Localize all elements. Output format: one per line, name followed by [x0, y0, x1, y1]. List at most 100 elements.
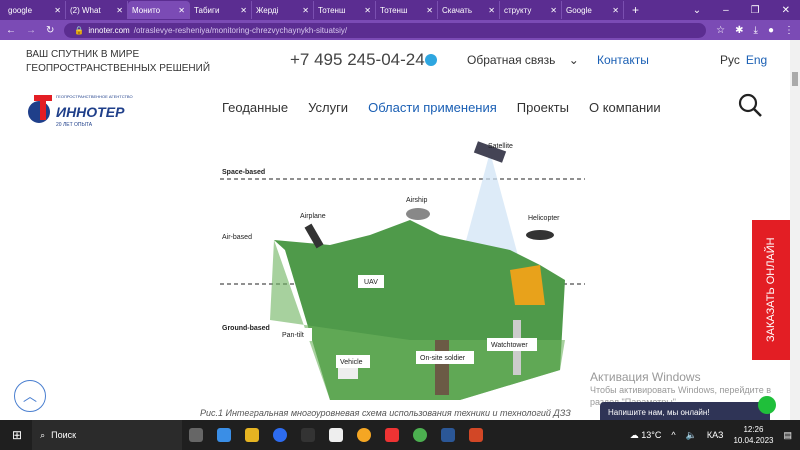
task-view-icon[interactable]: [189, 428, 204, 442]
calendar-app-icon[interactable]: [217, 428, 232, 442]
nav-projects[interactable]: Проекты: [517, 100, 569, 115]
monitoring-scheme-diagram: Satellite Space-based Airplane Airship H…: [220, 141, 585, 400]
svg-text:Vehicle: Vehicle: [340, 359, 363, 366]
tab-totensh-1[interactable]: Тотенш ✕: [314, 1, 376, 19]
tab-zherdi[interactable]: Жерді ✕: [252, 1, 314, 19]
svg-text:Satellite: Satellite: [488, 143, 513, 150]
restore-icon[interactable]: ❐: [751, 5, 760, 16]
chat-online-indicator: [758, 396, 776, 414]
back-icon[interactable]: ←: [6, 25, 16, 36]
profile-avatar[interactable]: ●: [768, 25, 774, 36]
language-switch: Рус Eng: [720, 53, 767, 67]
office-app-icon[interactable]: [329, 428, 344, 442]
fire-icon: [510, 265, 545, 305]
extensions-icon[interactable]: ✱: [735, 25, 743, 36]
tab-whatsapp[interactable]: (2) What ✕: [66, 1, 128, 19]
lock-icon: 🔒: [74, 25, 85, 35]
tab-struktura[interactable]: структу ✕: [500, 1, 562, 19]
tray-chevron-icon[interactable]: ^: [671, 430, 675, 440]
taskbar-search[interactable]: ⌕ Поиск: [32, 420, 183, 450]
chrome-icon[interactable]: [413, 428, 428, 442]
contacts-link[interactable]: Контакты: [597, 53, 649, 67]
vpn-icon[interactable]: [357, 428, 372, 442]
tab-tabigi[interactable]: Табиги ✕: [190, 1, 252, 19]
chevron-up-icon: ︿: [23, 388, 37, 404]
clock[interactable]: 12:26 10.04.2023: [733, 424, 773, 446]
airship-icon: [406, 208, 430, 220]
close-icon[interactable]: ✕: [240, 6, 247, 15]
forward-icon[interactable]: →: [26, 25, 36, 36]
svg-text:Airship: Airship: [406, 197, 428, 204]
telegram-icon[interactable]: [425, 54, 437, 66]
nav-about[interactable]: О компании: [589, 100, 661, 115]
lang-en[interactable]: Eng: [746, 53, 767, 67]
menu-icon[interactable]: ⋮: [784, 25, 794, 36]
close-icon[interactable]: ✕: [364, 6, 371, 15]
file-explorer-icon[interactable]: [245, 428, 260, 442]
minimize-icon[interactable]: –: [723, 5, 729, 16]
word-icon[interactable]: [441, 428, 456, 442]
zoom-icon[interactable]: [273, 428, 288, 442]
svg-text:UAV: UAV: [364, 279, 378, 286]
download-icon[interactable]: ⤓: [754, 25, 758, 36]
svg-text:ИННОТЕР: ИННОТЕР: [56, 104, 125, 120]
svg-text:Ground-based: Ground-based: [222, 325, 270, 332]
svg-text:Helicopter: Helicopter: [528, 215, 560, 222]
tab-search-icon[interactable]: ⌄: [693, 5, 701, 16]
close-icon[interactable]: ✕: [54, 6, 61, 15]
svg-text:Airplane: Airplane: [300, 213, 326, 220]
search-icon: ⌕: [40, 429, 46, 440]
nav-services[interactable]: Услуги: [308, 100, 348, 115]
close-icon[interactable]: ✕: [302, 6, 309, 15]
tab-totensh-2[interactable]: Тотенш ✕: [376, 1, 438, 19]
close-icon[interactable]: ✕: [612, 6, 619, 15]
new-tab-icon[interactable]: +: [632, 3, 639, 17]
search-icon[interactable]: [738, 93, 762, 117]
keyboard-language[interactable]: КАЗ: [707, 430, 724, 440]
yandex-icon[interactable]: [385, 428, 400, 442]
order-online-button[interactable]: ЗАКАЗАТЬ ОНЛАЙН: [752, 220, 790, 360]
tab-google-docs[interactable]: Google ✕: [562, 1, 624, 19]
svg-text:Watchtower: Watchtower: [491, 342, 528, 349]
scroll-up-button[interactable]: ︿: [14, 380, 46, 412]
svg-text:On-site soldier: On-site soldier: [420, 355, 466, 362]
close-window-icon[interactable]: ✕: [782, 5, 790, 16]
reload-icon[interactable]: ↻: [46, 25, 54, 36]
close-icon[interactable]: ✕: [116, 6, 123, 15]
scrollbar-thumb[interactable]: [792, 72, 798, 86]
main-nav: Геоданные Услуги Области применения Прое…: [222, 100, 661, 115]
volume-icon[interactable]: 🔈: [686, 430, 697, 441]
notifications-icon[interactable]: ▤: [783, 430, 792, 441]
close-icon[interactable]: ✕: [178, 6, 185, 15]
phone-link[interactable]: +7 495 245-04-24: [290, 50, 425, 70]
lang-ru[interactable]: Рус: [720, 53, 740, 67]
web-page: ВАШ СПУТНИК В МИРЕ ГЕОПРОСТРАНСТВЕННЫХ РЕ…: [0, 40, 790, 420]
logo[interactable]: ГЕОПРОСТРАНСТВЕННОЕ АГЕНТСТВО ИННОТЕР 20 Л…: [26, 90, 136, 130]
feedback-dropdown[interactable]: Обратная связь ⌄: [467, 53, 579, 67]
close-icon[interactable]: ✕: [426, 6, 433, 15]
figure-caption: Рис.1 Интегральная многоуровневая схема …: [200, 408, 571, 418]
chevron-down-icon: ⌄: [568, 53, 579, 67]
tagline: ВАШ СПУТНИК В МИРЕ ГЕОПРОСТРАНСТВЕННЫХ РЕ…: [26, 49, 211, 74]
tab-monitoring[interactable]: Монито ✕: [128, 1, 190, 19]
svg-text:Space-based: Space-based: [222, 169, 265, 176]
taskbar: ⊞ ⌕ Поиск ☁ 13°C ^ 🔈 КАЗ 12:26 10.04.2023 …: [0, 420, 800, 450]
app-icon[interactable]: [301, 428, 316, 442]
nav-geodata[interactable]: Геоданные: [222, 100, 288, 115]
tab-google[interactable]: google ✕: [4, 1, 66, 19]
close-icon[interactable]: ✕: [488, 6, 495, 15]
scrollbar[interactable]: [790, 40, 800, 420]
weather-icon[interactable]: ☁ 13°C: [630, 430, 662, 441]
powerpoint-icon[interactable]: [469, 428, 484, 442]
svg-text:ГЕОПРОСТРАНСТВЕННОЕ АГЕНТСТВО: ГЕОПРОСТРАНСТВЕННОЕ АГЕНТСТВО: [56, 94, 133, 99]
tab-skachat[interactable]: Скачать ✕: [438, 1, 500, 19]
system-tray: ☁ 13°C ^ 🔈 КАЗ 12:26 10.04.2023 ▤: [630, 424, 800, 446]
bookmark-star-icon[interactable]: ☆: [716, 25, 725, 36]
windows-start-icon[interactable]: ⊞: [12, 428, 22, 442]
nav-applications[interactable]: Области применения: [368, 100, 497, 115]
soldier-icon: [435, 340, 449, 395]
helicopter-icon: [526, 230, 554, 240]
chat-widget[interactable]: Напишите нам, мы онлайн!: [600, 396, 776, 420]
close-icon[interactable]: ✕: [550, 6, 557, 15]
url-input[interactable]: 🔒 innoter.com/otraslevye-resheniya/monito…: [64, 22, 707, 38]
